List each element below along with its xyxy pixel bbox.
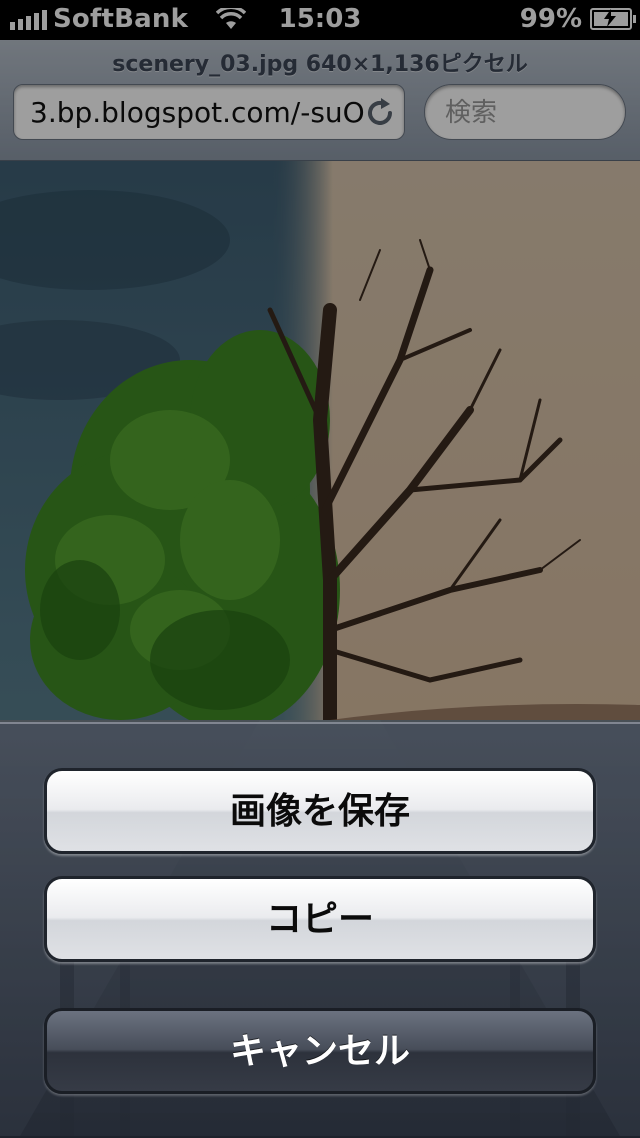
copy-button[interactable]: コピー xyxy=(44,876,596,962)
action-sheet: 画像を保存 コピー キャンセル xyxy=(0,722,640,1138)
save-image-button[interactable]: 画像を保存 xyxy=(44,768,596,854)
cancel-button[interactable]: キャンセル xyxy=(44,1008,596,1094)
